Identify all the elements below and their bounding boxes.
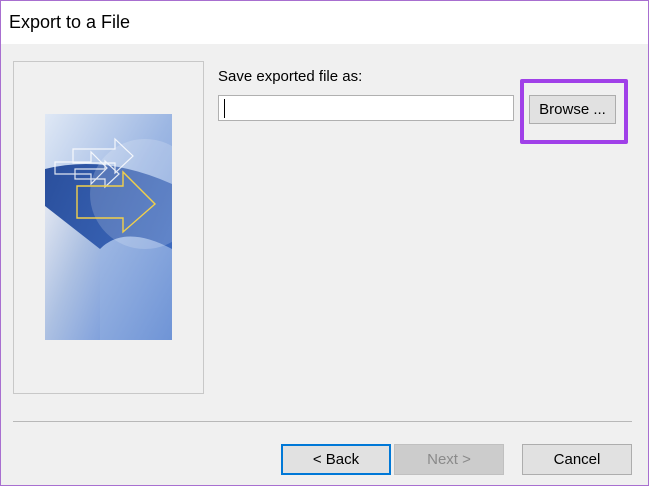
- back-button[interactable]: < Back: [281, 444, 391, 475]
- dialog-title: Export to a File: [9, 12, 131, 32]
- title-bar: Export to a File: [1, 1, 648, 44]
- export-dialog: Export to a File Save exported file as: …: [0, 0, 649, 486]
- cancel-button[interactable]: Cancel: [522, 444, 632, 475]
- browse-button[interactable]: Browse ...: [529, 95, 616, 124]
- save-as-label: Save exported file as:: [218, 68, 363, 85]
- save-path-input[interactable]: [218, 95, 514, 121]
- text-caret: [224, 99, 225, 118]
- divider: [13, 421, 632, 422]
- next-button[interactable]: Next >: [394, 444, 504, 475]
- wizard-illustration-panel: [13, 61, 204, 394]
- export-arrows-illustration: [45, 114, 172, 340]
